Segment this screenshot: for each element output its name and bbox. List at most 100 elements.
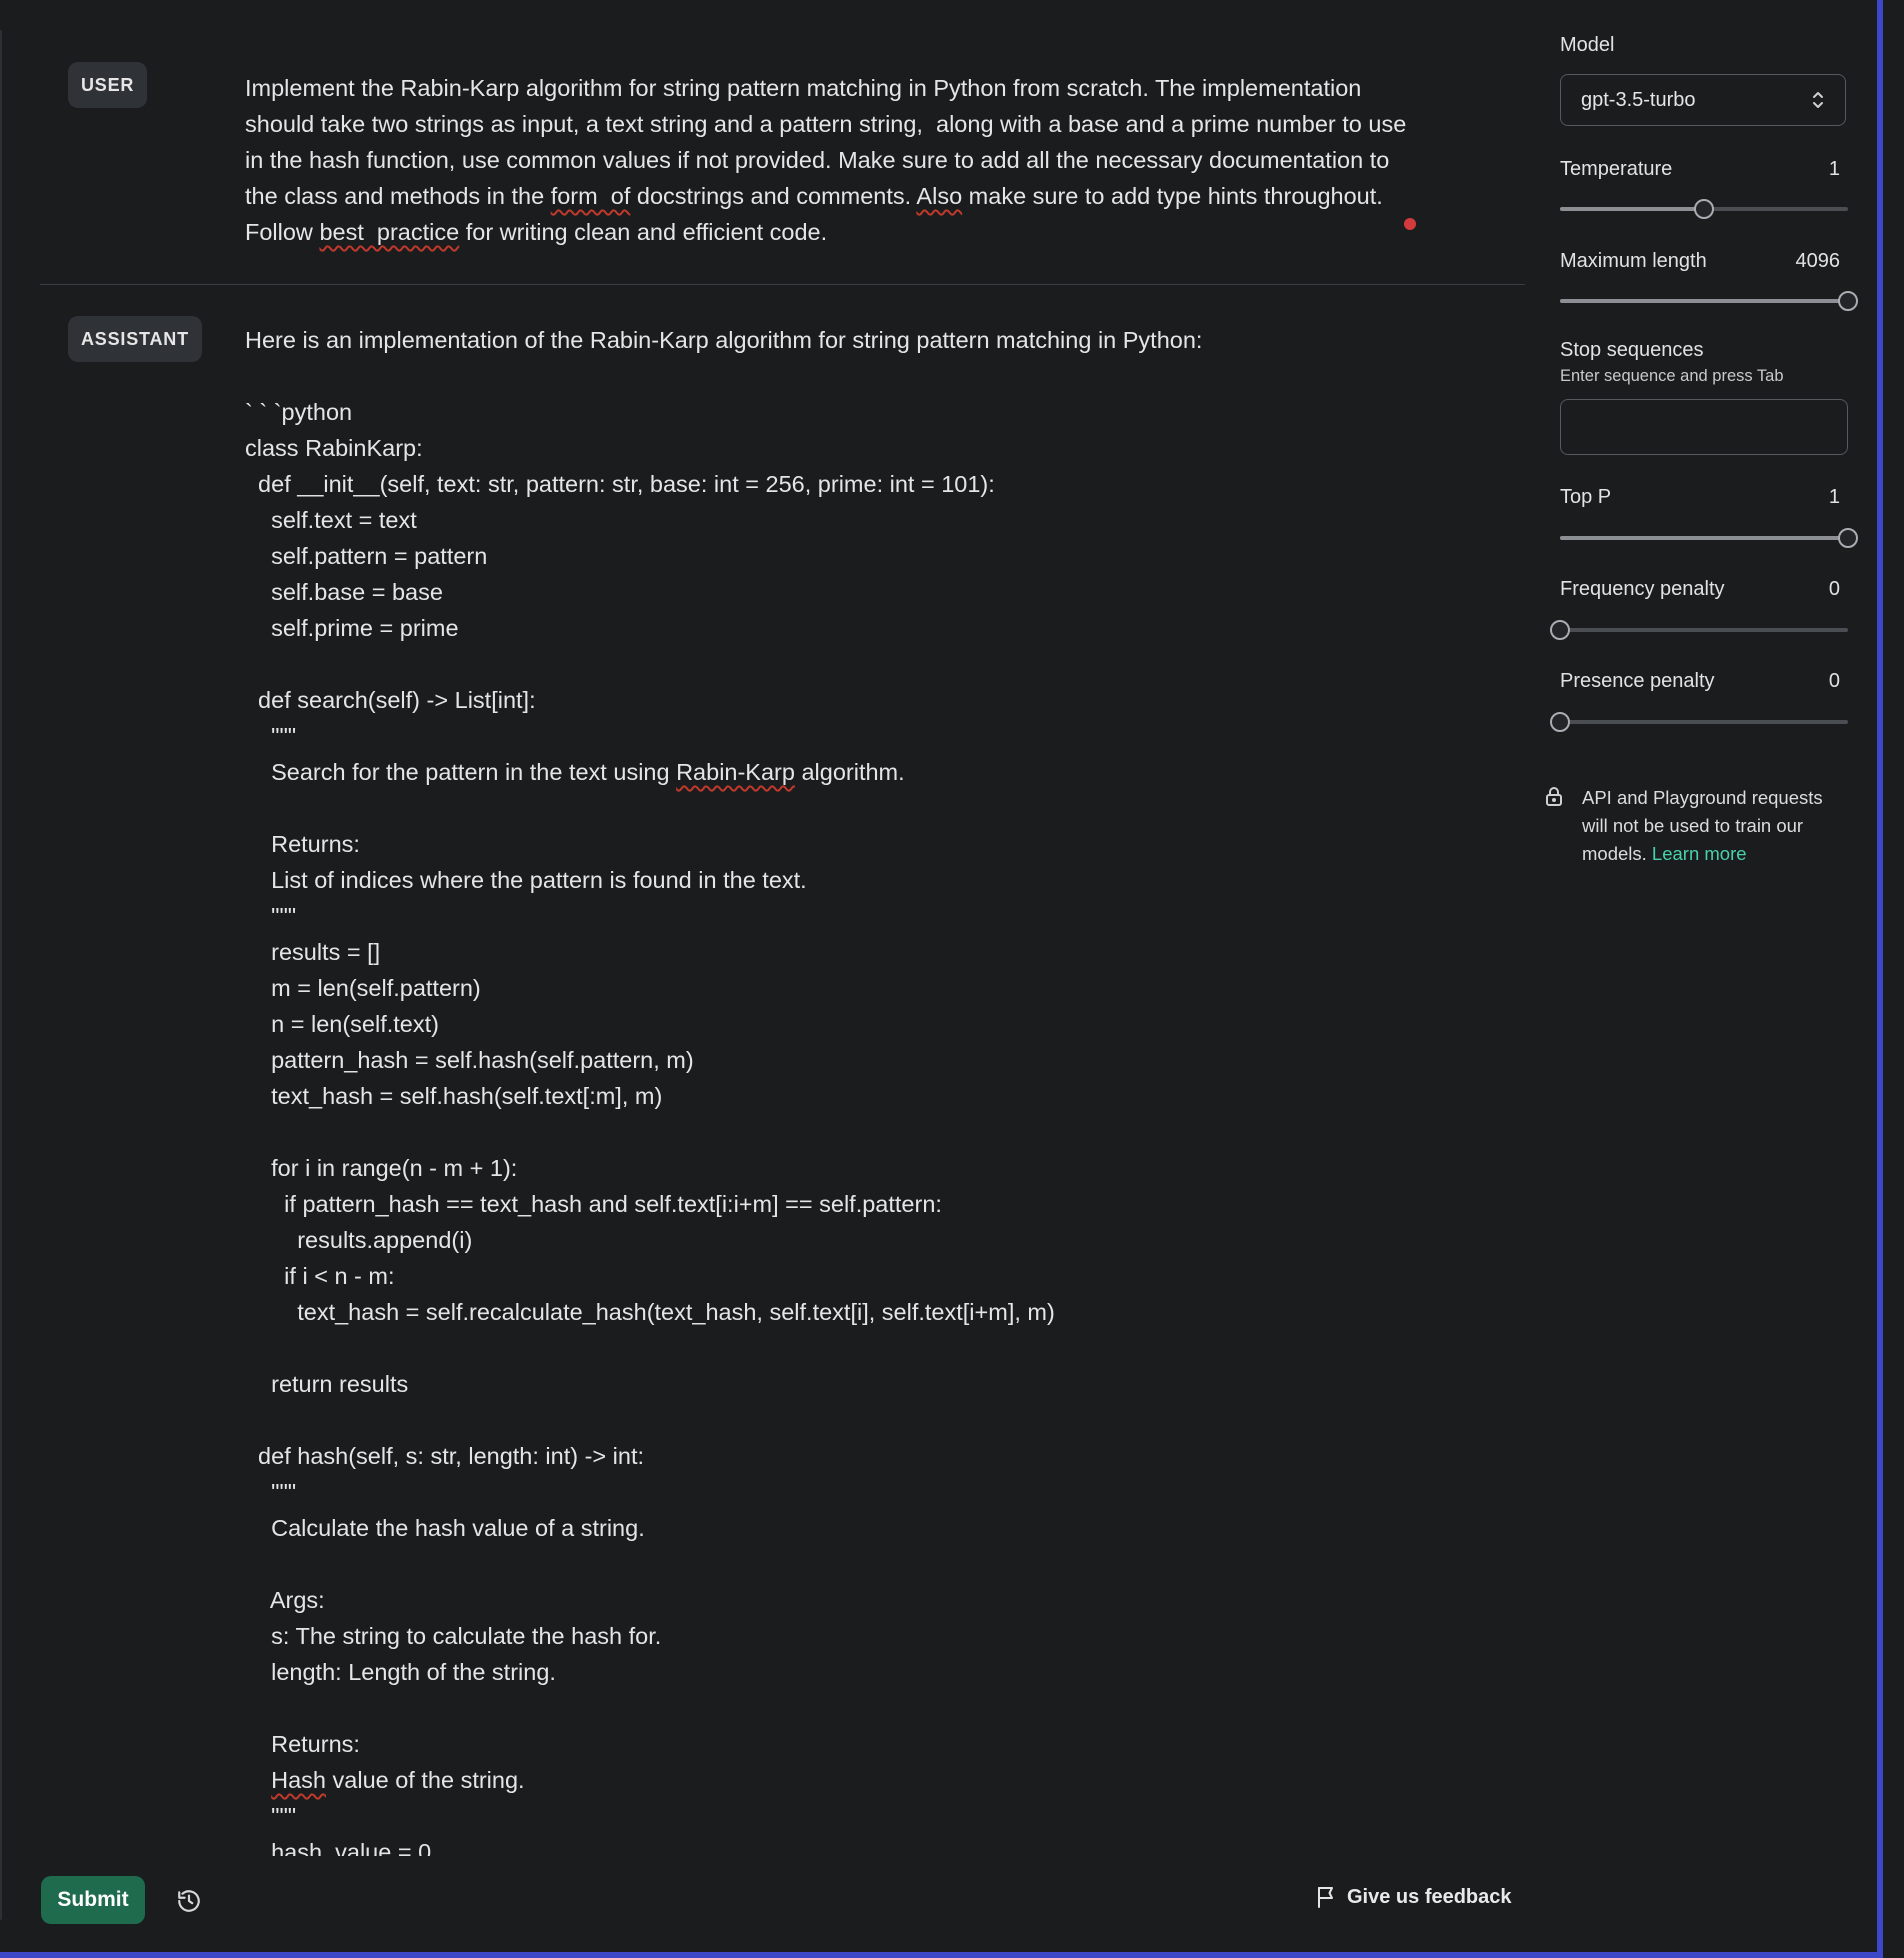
- slider-fill: [1560, 299, 1848, 303]
- feedback-label: Give us feedback: [1347, 1885, 1512, 1908]
- slider-fill: [1560, 207, 1704, 211]
- text-span: ` ` `python: [245, 399, 353, 425]
- frequency-penalty-slider[interactable]: [1550, 618, 1848, 642]
- assistant-text-line: Calculate the hash value of a string.: [245, 1510, 1505, 1546]
- frame-border-bottom: [0, 1952, 1883, 1958]
- text-span: Args:: [245, 1587, 325, 1613]
- assistant-text-line: m = len(self.pattern): [245, 970, 1505, 1006]
- assistant-text-line: """: [245, 718, 1505, 754]
- frequency-penalty-value[interactable]: 0: [1740, 578, 1840, 601]
- text-span: should take two strings as input, a text…: [245, 111, 1407, 137]
- text-span: results = []: [245, 939, 381, 965]
- assistant-text-line: if i < n - m:: [245, 1258, 1505, 1294]
- text-span: if pattern_hash == text_hash and self.te…: [245, 1191, 942, 1217]
- temperature-value[interactable]: 1: [1740, 158, 1840, 181]
- assistant-text-line: List of indices where the pattern is fou…: [245, 862, 1505, 898]
- assistant-text-line: self.pattern = pattern: [245, 538, 1505, 574]
- user-text-line: Implement the Rabin-Karp algorithm for s…: [245, 70, 1425, 106]
- text-span: m = len(self.pattern): [245, 975, 481, 1001]
- stop-sequences-label: Stop sequences: [1560, 339, 1704, 361]
- slider-thumb[interactable]: [1694, 199, 1714, 219]
- text-span: [245, 1119, 252, 1145]
- assistant-text-line: [245, 358, 1505, 394]
- unsaved-indicator: [1404, 218, 1416, 230]
- slider-track: [1560, 720, 1848, 724]
- assistant-text-line: pattern_hash = self.hash(self.pattern, m…: [245, 1042, 1505, 1078]
- text-span: [245, 1407, 252, 1433]
- learn-more-link[interactable]: Learn more: [1652, 843, 1747, 864]
- text-span: Returns:: [245, 831, 360, 857]
- assistant-text-line: self.text = text: [245, 502, 1505, 538]
- text-span: Here is an implementation of the Rabin-K…: [245, 327, 1203, 353]
- slider-track: [1560, 628, 1848, 632]
- slider-thumb[interactable]: [1550, 712, 1570, 732]
- assistant-role-badge[interactable]: ASSISTANT: [68, 316, 202, 362]
- text-span: for writing clean and efficient code.: [459, 219, 828, 245]
- assistant-text-line: hash_value = 0: [245, 1834, 1505, 1856]
- text-span: in the hash function, use common values …: [245, 147, 1390, 173]
- user-role-badge[interactable]: USER: [68, 62, 148, 108]
- assistant-text-line: Args:: [245, 1582, 1505, 1618]
- history-button[interactable]: [172, 1884, 206, 1918]
- text-span: return results: [245, 1371, 409, 1397]
- lock-icon: [1546, 787, 1562, 806]
- slider-thumb[interactable]: [1550, 620, 1570, 640]
- assistant-text-line: for i in range(n - m + 1):: [245, 1150, 1505, 1186]
- assistant-text-line: ` ` `python: [245, 394, 1505, 430]
- assistant-text-line: length: Length of the string.: [245, 1654, 1505, 1690]
- submit-button[interactable]: Submit: [41, 1876, 145, 1924]
- slider-thumb[interactable]: [1838, 528, 1858, 548]
- text-span: if i < n - m:: [245, 1263, 395, 1289]
- text-span: [245, 795, 252, 821]
- misspelled-word: form of: [550, 183, 631, 209]
- history-icon: [178, 1890, 200, 1912]
- text-span: [245, 1551, 252, 1577]
- text-span: [245, 363, 252, 389]
- model-label: Model: [1560, 34, 1615, 56]
- slider-thumb[interactable]: [1838, 291, 1858, 311]
- max-length-label: Maximum length: [1560, 250, 1707, 272]
- assistant-text-line: [245, 646, 1505, 682]
- assistant-text-line: def search(self) -> List[int]:: [245, 682, 1505, 718]
- assistant-text-line: [245, 1546, 1505, 1582]
- text-span: Implement the Rabin-Karp algorithm for s…: [245, 75, 1362, 101]
- text-span: algorithm.: [794, 759, 905, 785]
- top-p-value[interactable]: 1: [1740, 486, 1840, 509]
- frame-border-right: [1877, 0, 1883, 1958]
- top-p-slider[interactable]: [1560, 526, 1858, 550]
- user-message-text[interactable]: Implement the Rabin-Karp algorithm for s…: [245, 70, 1425, 250]
- text-span: """: [245, 723, 297, 749]
- temperature-slider[interactable]: [1560, 197, 1848, 221]
- text-span: """: [245, 1479, 297, 1505]
- text-span: [245, 651, 252, 677]
- assistant-text-line: Returns:: [245, 826, 1505, 862]
- text-span: self.base = base: [245, 579, 443, 605]
- assistant-text-line: Returns:: [245, 1726, 1505, 1762]
- text-span: Search for the pattern in the text using: [245, 759, 677, 785]
- text-span: def hash(self, s: str, length: int) -> i…: [245, 1443, 645, 1469]
- text-span: def __init__(self, text: str, pattern: s…: [245, 471, 995, 497]
- text-span: Follow: [245, 219, 320, 245]
- assistant-text-line: """: [245, 898, 1505, 934]
- settings-panel: Model gpt-3.5-turbo Temperature 1 Maximu…: [1540, 0, 1870, 1950]
- max-length-slider[interactable]: [1560, 289, 1858, 313]
- presence-penalty-value[interactable]: 0: [1740, 670, 1840, 693]
- text-span: """: [245, 1803, 297, 1829]
- model-select[interactable]: gpt-3.5-turbo: [1560, 74, 1846, 126]
- assistant-text-line: Here is an implementation of the Rabin-K…: [245, 322, 1505, 358]
- text-span: length: Length of the string.: [245, 1659, 556, 1685]
- presence-penalty-slider[interactable]: [1550, 710, 1848, 734]
- frequency-penalty-label: Frequency penalty: [1560, 578, 1725, 600]
- misspelled-word: Rabin-Karp: [676, 759, 795, 785]
- max-length-value[interactable]: 4096: [1740, 250, 1841, 273]
- assistant-text-line: def __init__(self, text: str, pattern: s…: [245, 466, 1505, 502]
- feedback-link[interactable]: Give us feedback: [1315, 1884, 1512, 1910]
- assistant-text-line: """: [245, 1474, 1505, 1510]
- top-p-label: Top P: [1560, 486, 1612, 508]
- stop-sequences-input[interactable]: [1560, 399, 1848, 455]
- assistant-text-line: s: The string to calculate the hash for.: [245, 1618, 1505, 1654]
- assistant-message-text[interactable]: Here is an implementation of the Rabin-K…: [245, 322, 1505, 1856]
- text-span: results.append(i): [245, 1227, 473, 1253]
- stop-sequences-hint: Enter sequence and press Tab: [1560, 367, 1784, 385]
- assistant-text-line: text_hash = self.hash(self.text[:m], m): [245, 1078, 1505, 1114]
